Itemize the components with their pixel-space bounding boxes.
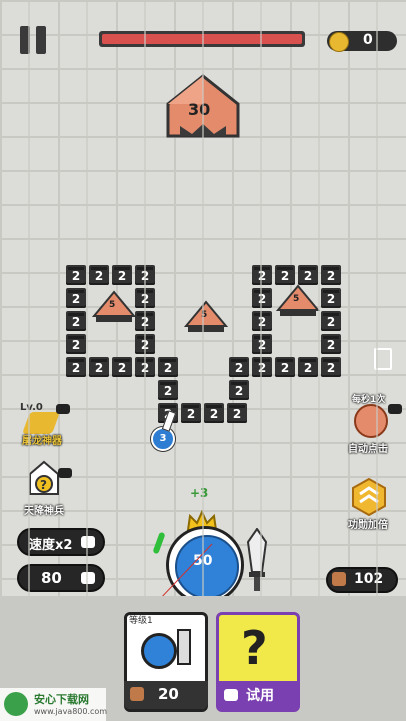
trial-card[interactable]: ? 试用 xyxy=(216,612,300,712)
skill-dragon[interactable]: Lv.0 屠龙神器 xyxy=(20,400,72,447)
brick-block: 2 xyxy=(135,265,155,285)
brick-block: 2 xyxy=(89,357,109,377)
brick-block: 2 xyxy=(275,357,295,377)
hand-icon xyxy=(354,404,388,438)
mystery-icon: ? xyxy=(241,621,268,675)
brick-block: 2 xyxy=(66,357,86,377)
watermark-url: www.java800.com xyxy=(34,707,108,716)
brick-block: 2 xyxy=(181,403,201,423)
brick-block: 2 xyxy=(158,380,178,400)
brick-block: 2 xyxy=(112,265,132,285)
brick-block: 2 xyxy=(227,403,247,423)
tent-enemy: 5 xyxy=(91,290,137,324)
brick-block: 2 xyxy=(66,288,86,308)
brick-block: 2 xyxy=(66,265,86,285)
aim-line xyxy=(162,543,213,596)
video-icon xyxy=(81,536,95,548)
sword-icon xyxy=(177,629,191,665)
brick-block: 2 xyxy=(252,288,272,308)
brick-block: 2 xyxy=(135,311,155,331)
video-icon xyxy=(81,572,95,584)
upgrade-price-bar: 20 xyxy=(124,681,208,709)
brick-block: 2 xyxy=(252,334,272,354)
boss-tent: 30 xyxy=(166,74,240,142)
medal-icon xyxy=(332,572,346,586)
boss-hp-bar xyxy=(99,31,305,47)
coin-counter: 0 xyxy=(327,31,397,52)
brick-block: 2 xyxy=(252,311,272,331)
medal-icon xyxy=(130,687,144,701)
plus-balls: +3 xyxy=(190,486,209,500)
brick-block: 2 xyxy=(135,288,155,308)
ball-icon xyxy=(141,633,177,669)
watermark-logo-icon xyxy=(4,692,28,716)
video-icon xyxy=(224,689,238,701)
brick-block: 2 xyxy=(321,288,341,308)
brick-block: 2 xyxy=(158,357,178,377)
double-merit-button[interactable]: 功勋加倍 xyxy=(346,478,402,531)
double-merit-label: 功勋加倍 xyxy=(348,520,388,531)
speed-button[interactable]: 速度x2 xyxy=(17,528,105,556)
game-field[interactable]: 0 30 22222222222222222222222222222222222… xyxy=(0,0,406,596)
medal-value: 102 xyxy=(354,571,384,587)
brick-block: 2 xyxy=(252,265,272,285)
upgrade-level: 等级1 xyxy=(129,616,153,626)
brick-block: 2 xyxy=(321,334,341,354)
watermark: 安心下载网 www.java800.com xyxy=(0,688,108,721)
upgrade-card[interactable]: 等级1 20 xyxy=(124,612,208,712)
skill-dragon-label: 屠龙神器 xyxy=(22,436,62,447)
brick-block: 2 xyxy=(229,357,249,377)
skill-heaven-label: 天降神兵 xyxy=(24,506,64,517)
trial-button[interactable]: 试用 xyxy=(216,681,300,709)
ball-count-button[interactable]: 80 xyxy=(17,564,105,592)
brick-block: 2 xyxy=(135,334,155,354)
share-icon[interactable] xyxy=(370,346,394,370)
video-icon xyxy=(388,404,402,414)
tent-enemy: 5 xyxy=(275,284,321,318)
brick-block: 2 xyxy=(112,357,132,377)
rank-badge-icon xyxy=(352,478,386,516)
auto-click-rate: 每秒1次 xyxy=(352,395,386,405)
sword-icon xyxy=(246,527,268,592)
helmet-icon: ? xyxy=(29,460,59,495)
skill-heaven[interactable]: ? 天降神兵 xyxy=(20,460,76,517)
brick-block: 2 xyxy=(321,357,341,377)
dragon-weapon-icon xyxy=(21,412,61,434)
video-icon xyxy=(56,404,70,414)
boss-hp-value: 30 xyxy=(188,100,211,119)
auto-click-label: 自动点击 xyxy=(348,444,388,455)
brick-block: 2 xyxy=(298,265,318,285)
trial-label: 试用 xyxy=(246,688,274,704)
brick-block: 2 xyxy=(89,265,109,285)
pause-button[interactable] xyxy=(20,26,48,54)
ball-count: 80 xyxy=(41,569,62,587)
video-icon xyxy=(58,468,72,478)
upgrade-price: 20 xyxy=(158,685,179,703)
tent-enemy: 5 xyxy=(183,300,229,334)
brick-block: 2 xyxy=(275,265,295,285)
coin-value: 0 xyxy=(363,32,373,48)
brick-block: 2 xyxy=(229,380,249,400)
brick-block: 2 xyxy=(66,311,86,331)
coin-icon xyxy=(329,32,349,52)
medal-counter: 102 xyxy=(326,567,398,593)
brick-block: 2 xyxy=(66,334,86,354)
watermark-title: 安心下载网 xyxy=(34,693,89,706)
speed-label: 速度x2 xyxy=(29,538,73,553)
brick-block: 2 xyxy=(135,357,155,377)
brick-block: 2 xyxy=(252,357,272,377)
ball: 3 xyxy=(151,427,175,451)
brick-block: 2 xyxy=(321,311,341,331)
brick-block: 2 xyxy=(298,357,318,377)
brick-block: 2 xyxy=(204,403,224,423)
auto-click-button[interactable]: 每秒1次 自动点击 xyxy=(346,392,402,455)
brick-block: 2 xyxy=(321,265,341,285)
svg-text:?: ? xyxy=(40,478,47,492)
